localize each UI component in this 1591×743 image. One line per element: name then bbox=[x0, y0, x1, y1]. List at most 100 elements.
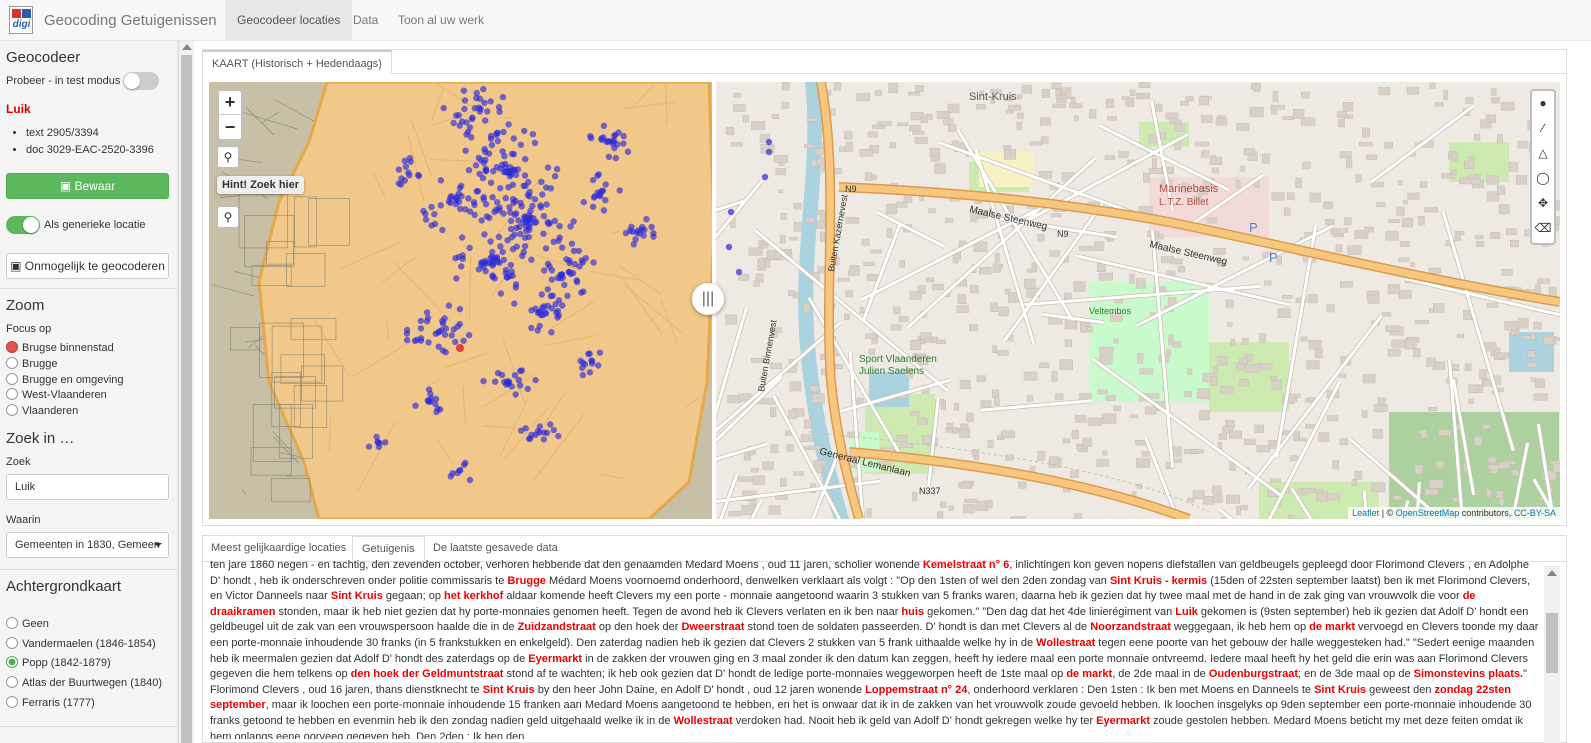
location-dot[interactable] bbox=[566, 257, 573, 264]
location-dot[interactable] bbox=[524, 385, 531, 393]
circle-tool-button[interactable]: ◯ bbox=[1532, 166, 1554, 191]
location-dot[interactable] bbox=[473, 188, 480, 195]
location-dot[interactable] bbox=[531, 196, 539, 203]
location-dot[interactable] bbox=[503, 378, 511, 385]
location-dot[interactable] bbox=[475, 104, 483, 111]
highlighted-location[interactable]: Dweerstraat bbox=[681, 621, 744, 633]
location-dot[interactable] bbox=[612, 154, 619, 162]
location-dot[interactable] bbox=[643, 216, 650, 223]
location-dot[interactable] bbox=[486, 214, 493, 221]
location-dot[interactable] bbox=[382, 439, 389, 446]
location-dot[interactable] bbox=[551, 173, 559, 180]
location-dot[interactable] bbox=[550, 426, 557, 434]
zoom-option[interactable]: West-Vlaanderen bbox=[6, 388, 107, 402]
location-dot[interactable] bbox=[480, 159, 488, 167]
location-dot[interactable] bbox=[559, 244, 566, 251]
location-dot[interactable] bbox=[526, 188, 533, 196]
location-dot[interactable] bbox=[517, 382, 524, 389]
location-dot[interactable] bbox=[480, 377, 487, 385]
location-dot[interactable] bbox=[580, 288, 587, 295]
search-where-select[interactable]: Gemeenten in 1830, Gemeen bbox=[6, 532, 169, 558]
location-dot[interactable] bbox=[472, 162, 480, 169]
location-dot[interactable] bbox=[603, 138, 610, 146]
location-dot[interactable] bbox=[586, 369, 594, 376]
location-dot[interactable] bbox=[440, 104, 447, 112]
location-dot[interactable] bbox=[588, 360, 596, 367]
location-dot[interactable] bbox=[579, 259, 586, 266]
location-dot[interactable] bbox=[437, 177, 445, 184]
tab-map[interactable]: KAART (Historisch + Hedendaags) bbox=[202, 50, 392, 74]
location-dot[interactable] bbox=[462, 147, 469, 154]
selected-location-dot[interactable] bbox=[456, 344, 464, 352]
location-dot[interactable] bbox=[517, 230, 524, 238]
location-dot[interactable] bbox=[512, 171, 520, 179]
location-dot[interactable] bbox=[493, 199, 501, 206]
zoom-option[interactable]: Brugge en omgeving bbox=[6, 373, 124, 387]
location-dot[interactable] bbox=[602, 181, 609, 188]
location-dot[interactable] bbox=[483, 167, 490, 174]
location-dot[interactable] bbox=[452, 255, 459, 262]
location-dot[interactable] bbox=[761, 173, 769, 181]
location-dot[interactable] bbox=[517, 141, 525, 148]
highlighted-location[interactable]: Wollestraat bbox=[674, 715, 733, 727]
location-dot[interactable] bbox=[461, 97, 469, 104]
location-dot[interactable] bbox=[518, 427, 525, 434]
background-option[interactable]: Vandermaelen (1846-1854) bbox=[6, 637, 156, 651]
location-dot[interactable] bbox=[459, 252, 466, 259]
location-dot[interactable] bbox=[466, 244, 473, 252]
location-dot[interactable] bbox=[502, 269, 509, 277]
location-dot[interactable] bbox=[620, 132, 627, 140]
location-dot[interactable] bbox=[597, 192, 604, 200]
location-dot[interactable] bbox=[499, 248, 506, 256]
location-dot[interactable] bbox=[589, 176, 597, 184]
location-dot[interactable] bbox=[487, 98, 494, 105]
location-dot[interactable] bbox=[529, 131, 537, 138]
location-dot[interactable] bbox=[548, 305, 555, 312]
location-dot[interactable] bbox=[507, 261, 514, 269]
location-dot[interactable] bbox=[456, 122, 463, 129]
location-dot[interactable] bbox=[549, 292, 556, 299]
location-dot[interactable] bbox=[521, 127, 528, 135]
location-dot[interactable] bbox=[554, 307, 561, 315]
location-dot[interactable] bbox=[420, 207, 427, 215]
location-dot[interactable] bbox=[458, 263, 465, 270]
location-dot[interactable] bbox=[539, 191, 546, 198]
location-dot[interactable] bbox=[765, 148, 773, 156]
map-view[interactable]: Sint-Kruis Maalse Steenweg Maalse Steenweg… bbox=[209, 82, 1560, 519]
location-dot[interactable] bbox=[525, 233, 532, 241]
location-dot[interactable] bbox=[566, 268, 573, 276]
location-dot[interactable] bbox=[510, 151, 518, 158]
location-dot[interactable] bbox=[511, 231, 518, 238]
location-dot[interactable] bbox=[517, 367, 524, 375]
osm-link[interactable]: OpenStreetMap bbox=[1396, 508, 1460, 518]
location-dot[interactable] bbox=[489, 248, 496, 256]
location-dot[interactable] bbox=[460, 337, 467, 344]
location-dot[interactable] bbox=[568, 240, 576, 247]
location-dot[interactable] bbox=[457, 467, 464, 474]
location-dot[interactable] bbox=[497, 243, 504, 250]
swipe-handle[interactable]: ||| bbox=[692, 283, 724, 315]
location-dot[interactable] bbox=[395, 166, 403, 173]
location-dot[interactable] bbox=[596, 349, 604, 356]
location-dot[interactable] bbox=[415, 172, 423, 180]
zoom-in-button[interactable]: + bbox=[219, 91, 241, 115]
scroll-thumb[interactable] bbox=[1546, 613, 1558, 673]
marker-tool-button[interactable]: ● bbox=[1532, 91, 1554, 116]
location-dot[interactable] bbox=[510, 135, 517, 142]
location-dot[interactable] bbox=[471, 211, 478, 219]
location-dot[interactable] bbox=[478, 217, 485, 224]
location-dot[interactable] bbox=[502, 194, 509, 202]
highlighted-location[interactable]: Sint Kruis bbox=[483, 684, 535, 696]
location-dot[interactable] bbox=[561, 281, 568, 288]
sidebar-scrollbar[interactable] bbox=[178, 41, 194, 743]
eraser-tool-button[interactable]: ⌫ bbox=[1532, 216, 1554, 241]
location-dot[interactable] bbox=[401, 157, 408, 164]
save-button[interactable]: ▣ Bewaar bbox=[6, 173, 169, 199]
location-dot[interactable] bbox=[453, 112, 460, 119]
location-dot[interactable] bbox=[534, 327, 541, 334]
location-dot[interactable] bbox=[439, 226, 446, 234]
location-dot[interactable] bbox=[505, 121, 512, 128]
location-dot[interactable] bbox=[459, 234, 466, 241]
location-dot[interactable] bbox=[540, 303, 548, 310]
location-dot[interactable] bbox=[450, 326, 457, 333]
